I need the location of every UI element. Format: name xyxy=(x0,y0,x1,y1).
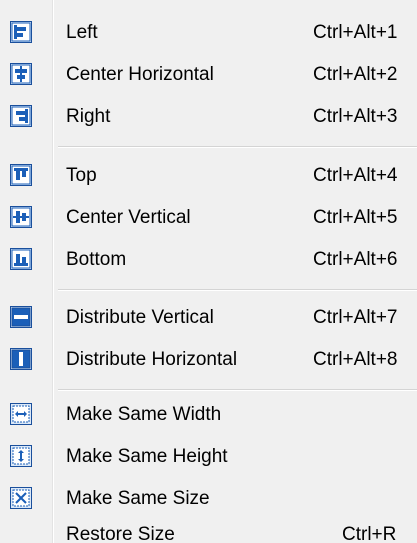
menu-item-label: Left xyxy=(66,22,98,43)
menu-item-label: Bottom xyxy=(66,249,127,270)
distribute-vertical-icon xyxy=(10,306,32,328)
menu-item-label: Distribute Horizontal xyxy=(66,349,238,370)
menu-item-label: Make Same Height xyxy=(66,446,228,467)
menu-item-center-vertical[interactable]: Center Vertical Ctrl+Alt+5 xyxy=(0,197,417,239)
menu-item-label: Right xyxy=(66,106,111,127)
context-menu: Left Ctrl+Alt+1 Center Horizontal Ctrl+A… xyxy=(0,0,417,543)
menu-item-shortcut: Ctrl+Alt+2 xyxy=(313,64,398,85)
same-size-icon xyxy=(10,487,32,509)
menu-item-label: Center Vertical xyxy=(66,207,191,228)
menu-separator xyxy=(58,146,417,148)
menu-item-top[interactable]: Top Ctrl+Alt+4 xyxy=(0,155,417,197)
menu-item-shortcut: Ctrl+Alt+6 xyxy=(313,249,398,270)
menu-item-distribute-vertical[interactable]: Distribute Vertical Ctrl+Alt+7 xyxy=(0,297,417,339)
same-height-icon xyxy=(10,445,32,467)
menu-item-make-same-width[interactable]: Make Same Width xyxy=(0,394,417,436)
menu-separator xyxy=(58,289,417,291)
align-left-icon xyxy=(10,21,32,43)
menu-item-label: Center Horizontal xyxy=(66,64,214,85)
align-center-vertical-icon xyxy=(10,206,32,228)
same-width-icon xyxy=(10,403,32,425)
menu-item-shortcut: Ctrl+Alt+7 xyxy=(313,307,398,328)
align-bottom-icon xyxy=(10,248,32,270)
align-center-horizontal-icon xyxy=(10,63,32,85)
align-top-icon xyxy=(10,164,32,186)
menu-item-shortcut: Ctrl+Alt+8 xyxy=(313,349,398,370)
menu-item-shortcut: Ctrl+Alt+1 xyxy=(313,22,398,43)
menu-item-label: Distribute Vertical xyxy=(66,307,214,328)
menu-item-bottom[interactable]: Bottom Ctrl+Alt+6 xyxy=(0,239,417,281)
menu-item-center-horizontal[interactable]: Center Horizontal Ctrl+Alt+2 xyxy=(0,54,417,96)
align-right-icon xyxy=(10,105,32,127)
menu-item-restore-size[interactable]: Restore Size Ctrl+R xyxy=(0,518,417,543)
menu-item-label: Restore Size xyxy=(66,524,175,543)
menu-item-shortcut: Ctrl+Alt+4 xyxy=(313,165,398,186)
menu-item-shortcut: Ctrl+Alt+5 xyxy=(313,207,398,228)
menu-item-left[interactable]: Left Ctrl+Alt+1 xyxy=(0,12,417,54)
menu-item-label: Top xyxy=(66,165,97,186)
menu-item-shortcut: Ctrl+Alt+3 xyxy=(313,106,398,127)
menu-item-right[interactable]: Right Ctrl+Alt+3 xyxy=(0,96,417,138)
menu-item-shortcut: Ctrl+R xyxy=(342,524,397,543)
menu-item-make-same-height[interactable]: Make Same Height xyxy=(0,436,417,478)
menu-item-distribute-horizontal[interactable]: Distribute Horizontal Ctrl+Alt+8 xyxy=(0,339,417,381)
menu-item-label: Make Same Width xyxy=(66,404,222,425)
distribute-horizontal-icon xyxy=(10,348,32,370)
menu-separator xyxy=(58,389,417,391)
